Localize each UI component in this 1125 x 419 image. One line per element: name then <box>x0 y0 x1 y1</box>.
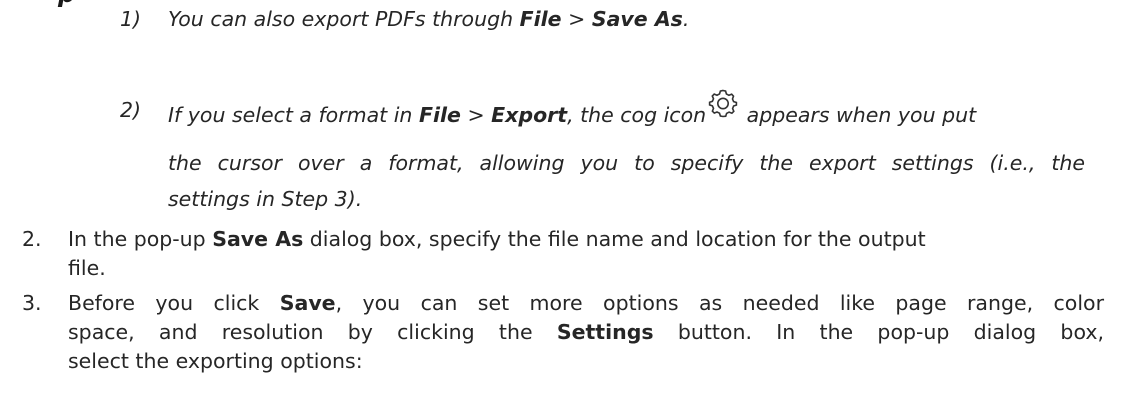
menu-save-as: Save As <box>591 7 683 31</box>
tip-text-line-3: settings in Step 3). <box>168 187 363 211</box>
tip-text-line-2: the cursor over a format, allowing you t… <box>168 151 1085 175</box>
step-text-line-2: space, and resolution by clicking the Se… <box>68 320 1104 344</box>
save-label: Save <box>279 291 336 315</box>
step-number: 2. <box>22 227 42 251</box>
step-text-line-1: Before you click Save, you can set more … <box>68 291 1105 315</box>
tip-number: 2) <box>120 98 142 122</box>
save-as-label: Save As <box>212 227 304 251</box>
menu-separator: > <box>568 7 586 31</box>
document-page: p 1) You can also export PDFs through Fi… <box>0 0 1125 419</box>
menu-file: File <box>418 103 461 127</box>
cog-icon <box>708 88 738 118</box>
menu-export: Export <box>491 103 568 127</box>
tip-text: You can also export PDFs through File > … <box>168 7 690 31</box>
menu-file: File <box>519 7 562 31</box>
step-text-line-2: file. <box>68 256 106 280</box>
step-text-line-3: select the exporting options: <box>68 349 363 373</box>
clipped-heading: p <box>58 0 75 8</box>
step-number: 3. <box>22 291 42 315</box>
tip-number: 1) <box>120 7 142 31</box>
tip-text-line-1: If you select a format in File > Export,… <box>168 89 976 129</box>
settings-label: Settings <box>556 320 654 344</box>
step-text-line-1: In the pop-up Save As dialog box, specif… <box>68 227 926 251</box>
menu-separator: > <box>467 103 485 127</box>
